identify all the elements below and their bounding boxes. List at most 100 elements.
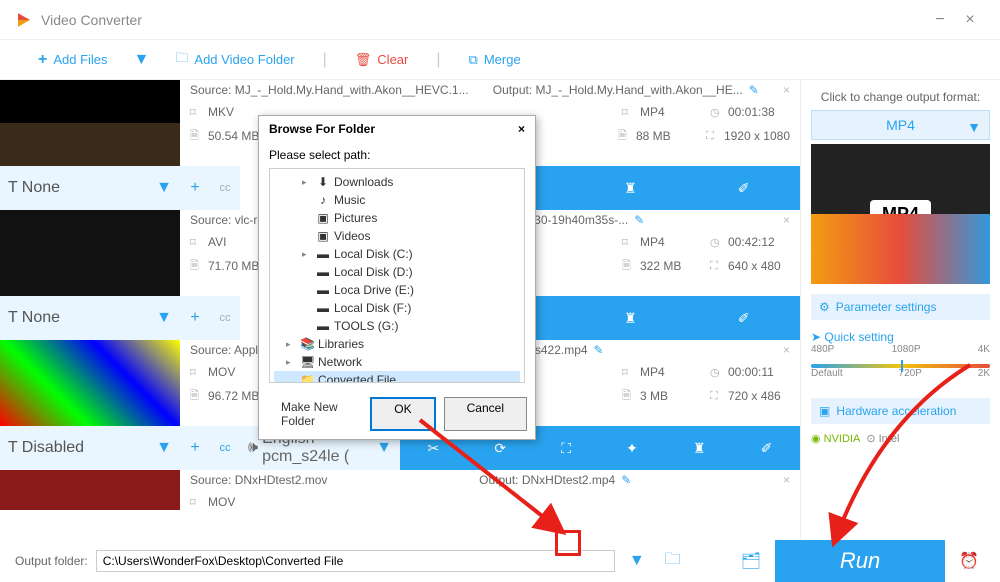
clear-button[interactable]: 🗑Clear xyxy=(347,48,417,72)
output-size: 322 MB xyxy=(640,259,681,273)
output-folder-label: Output folder: xyxy=(15,554,88,568)
video-thumbnail[interactable] xyxy=(0,80,180,166)
node-label: Network xyxy=(318,355,362,369)
remove-item-icon[interactable]: × xyxy=(783,83,790,97)
node-label: Music xyxy=(334,193,365,207)
resolution-icon: ⛶ xyxy=(710,260,724,273)
right-sidebar: Click to change output format: MP4▼ MP4 … xyxy=(800,80,1000,540)
minimize-button[interactable]: − xyxy=(925,11,955,29)
tree-node[interactable]: ▣Videos xyxy=(274,227,520,245)
cc-button[interactable]: cc xyxy=(210,166,240,210)
subtitle-select[interactable]: TNone▼ xyxy=(0,166,180,210)
watermark-icon[interactable]: ♜ xyxy=(693,440,706,457)
node-icon: ▬ xyxy=(316,265,330,279)
close-button[interactable]: × xyxy=(955,11,985,29)
tree-node[interactable]: ▬Local Disk (F:) xyxy=(274,299,520,317)
tree-node[interactable]: ▸🖥Network xyxy=(274,353,520,371)
source-size: 71.70 MB xyxy=(208,259,259,273)
crop-icon[interactable]: ⛶ xyxy=(561,440,571,457)
cc-button[interactable]: cc xyxy=(210,296,240,340)
edit-icon[interactable]: ✎ xyxy=(749,83,759,97)
schedule-icon[interactable]: ⏰ xyxy=(953,551,985,571)
tree-node[interactable]: ▬ Local Disk (D:) xyxy=(274,263,520,281)
node-label: Libraries xyxy=(318,337,364,351)
browse-folder-icon[interactable]: 🗀 xyxy=(659,548,687,575)
effects-icon[interactable]: ✦ xyxy=(626,440,638,457)
dialog-ok-button[interactable]: OK xyxy=(370,397,435,431)
video-thumbnail[interactable] xyxy=(0,210,180,296)
resolution-icon: ⛶ xyxy=(706,130,720,143)
chevron-down-icon: ▼ xyxy=(156,309,172,327)
bottom-bar: Output folder: ▼ 🗀 🗂 Run ⏰ xyxy=(0,540,1000,582)
video-thumbnail[interactable] xyxy=(0,340,180,426)
format-icon: ⌑ xyxy=(622,366,636,379)
add-subtitle-button[interactable]: + xyxy=(180,166,210,210)
add-files-dropdown-icon[interactable]: ▼ xyxy=(134,51,150,69)
nvidia-logo: ◉ NVIDIA xyxy=(811,432,860,445)
slider-handle[interactable] xyxy=(901,360,903,372)
edit-pen-icon[interactable]: ✐ xyxy=(738,310,750,327)
open-folder-icon[interactable]: 🗂 xyxy=(735,551,767,571)
expand-icon[interactable]: ▸ xyxy=(302,249,312,260)
folder-tree[interactable]: ▸⬇Downloads♪Music▣Pictures▣Videos▸▬Local… xyxy=(269,168,525,383)
run-button[interactable]: Run xyxy=(775,540,945,582)
app-title: Video Converter xyxy=(41,12,142,28)
add-files-button[interactable]: +Add Files xyxy=(30,47,116,73)
format-preview[interactable]: MP4 xyxy=(811,144,990,284)
output-folder-input[interactable] xyxy=(96,550,615,572)
dialog-close-icon[interactable]: × xyxy=(518,122,525,136)
tree-node[interactable]: ▸⬇Downloads xyxy=(274,173,520,191)
tree-node[interactable]: 📁Converted File xyxy=(274,371,520,383)
output-format-select[interactable]: MP4▼ xyxy=(811,110,990,140)
subtitle-select[interactable]: TDisabled▼ xyxy=(0,426,180,470)
parameter-settings-button[interactable]: ⚙Parameter settings xyxy=(811,294,990,320)
format-icon: ⌑ xyxy=(190,106,204,119)
cc-button[interactable]: cc xyxy=(210,426,240,470)
tree-node[interactable]: ▬TOOLS (G:) xyxy=(274,317,520,335)
tree-node[interactable]: ▸📚Libraries xyxy=(274,335,520,353)
expand-icon[interactable]: ▸ xyxy=(286,357,296,368)
quality-slider[interactable] xyxy=(811,364,990,368)
node-label: Local Disk (D:) xyxy=(334,265,413,279)
cut-icon[interactable]: ✂ xyxy=(428,440,440,457)
tree-node[interactable]: ▣Pictures xyxy=(274,209,520,227)
resolution-icon: ⛶ xyxy=(710,390,724,403)
dialog-cancel-button[interactable]: Cancel xyxy=(444,397,527,431)
expand-icon[interactable]: ▸ xyxy=(286,339,296,350)
subtitle-icon: T xyxy=(8,179,18,197)
merge-button[interactable]: ⧉Merge xyxy=(461,48,529,72)
add-subtitle-button[interactable]: + xyxy=(180,296,210,340)
add-subtitle-button[interactable]: + xyxy=(180,426,210,470)
merge-icon: ⧉ xyxy=(469,52,478,68)
source-name: MJ_-_Hold.My.Hand_with.Akon__HEVC.1... xyxy=(235,83,469,97)
make-new-folder-button[interactable]: Make New Folder xyxy=(275,397,362,431)
output-resolution: 640 x 480 xyxy=(728,259,781,273)
source-size: 50.54 MB xyxy=(208,129,259,143)
add-folder-button[interactable]: 🗀Add Video Folder xyxy=(167,45,302,75)
video-thumbnail[interactable] xyxy=(0,470,180,510)
tree-node[interactable]: ▸▬Local Disk (C:) xyxy=(274,245,520,263)
source-size: 96.72 MB xyxy=(208,389,259,403)
path-dropdown-icon[interactable]: ▼ xyxy=(623,552,651,570)
subtitle-icon: T xyxy=(8,309,18,327)
edit-icon[interactable]: ✎ xyxy=(621,473,631,487)
rotate-icon[interactable]: ⟳ xyxy=(494,440,506,457)
clock-icon: ◷ xyxy=(710,236,724,249)
edit-icon[interactable]: ✎ xyxy=(594,343,604,357)
output-format: MP4 xyxy=(640,105,665,119)
subtitle-select[interactable]: TNone▼ xyxy=(0,296,180,340)
watermark-icon[interactable]: ♜ xyxy=(624,310,637,327)
hardware-accel-button[interactable]: ▣Hardware acceleration xyxy=(811,398,990,424)
format-icon: ⌑ xyxy=(190,236,204,249)
remove-item-icon[interactable]: × xyxy=(783,213,790,227)
remove-item-icon[interactable]: × xyxy=(783,343,790,357)
edit-pen-icon[interactable]: ✐ xyxy=(761,440,773,457)
edit-icon[interactable]: ✎ xyxy=(634,213,644,227)
tree-node[interactable]: ♪Music xyxy=(274,191,520,209)
expand-icon[interactable]: ▸ xyxy=(302,177,312,188)
node-label: Local Disk (C:) xyxy=(334,247,413,261)
tree-node[interactable]: ▬Loca Drive (E:) xyxy=(274,281,520,299)
edit-pen-icon[interactable]: ✐ xyxy=(738,180,750,197)
remove-item-icon[interactable]: × xyxy=(783,473,790,487)
watermark-icon[interactable]: ♜ xyxy=(624,180,637,197)
